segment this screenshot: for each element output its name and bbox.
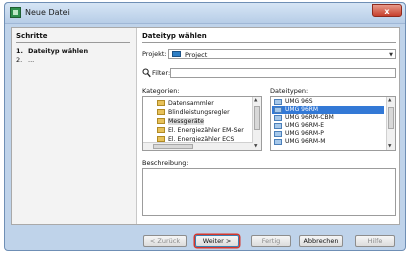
panel-title: Dateityp wählen (142, 32, 207, 40)
scroll-thumb[interactable] (153, 144, 193, 149)
finish-button[interactable]: Fertig (251, 235, 291, 247)
device-icon (274, 99, 282, 105)
scroll-down-icon[interactable]: ▼ (388, 144, 391, 149)
device-icon (274, 139, 282, 145)
folder-icon (157, 109, 165, 115)
beschreibung-label: Beschreibung: (142, 159, 189, 167)
kategorien-tree[interactable]: Datensammler Blindleistungsregler Messge… (142, 96, 262, 151)
kategorie-item[interactable]: Blindleistungsregler (157, 109, 230, 118)
scroll-up-icon[interactable]: ▲ (388, 98, 391, 103)
folder-icon (157, 118, 165, 124)
device-icon (274, 131, 282, 137)
scroll-thumb[interactable] (254, 106, 260, 130)
dateityp-item[interactable]: UMG 96RM-M (272, 138, 384, 146)
step-number: 2. (16, 56, 23, 64)
projekt-value: Project (185, 51, 208, 59)
kategorien-hscrollbar[interactable] (143, 142, 253, 150)
filter-input[interactable] (170, 68, 396, 78)
search-icon (142, 68, 151, 78)
scroll-down-icon[interactable]: ▼ (254, 144, 257, 149)
window-title: Neue Datei (25, 8, 70, 17)
steps-title: Schritte (16, 32, 48, 40)
kategorie-item[interactable]: Datensammler (157, 100, 214, 109)
dateitypen-list[interactable]: UMG 96S UMG 96RM UMG 96RM-CBM UMG 96RM-E… (270, 96, 396, 151)
scroll-thumb[interactable] (388, 107, 394, 129)
help-button[interactable]: Hilfe (355, 235, 395, 247)
wizard-content: Schritte 1. Dateityp wählen 2.... Dateity… (11, 27, 400, 225)
project-icon (172, 51, 181, 57)
folder-icon (157, 127, 165, 133)
back-button[interactable]: < Zurück (143, 235, 187, 247)
filter-label: Filter: (152, 69, 171, 77)
kategorie-item[interactable]: El. Energiezähler EM-Ser (157, 127, 244, 136)
close-button[interactable]: x (372, 4, 402, 17)
kategorien-label: Kategorien: (142, 87, 180, 95)
device-icon (274, 107, 282, 113)
dateitypen-scrollbar[interactable]: ▲ ▼ (386, 97, 395, 150)
step-label: ... (28, 56, 35, 64)
main-panel: Dateityp wählen Projekt: Project ▼ Filte… (140, 28, 398, 224)
projekt-dropdown[interactable]: Project ▼ (168, 49, 396, 59)
steps-panel: Schritte 1. Dateityp wählen 2.... (12, 28, 137, 224)
folder-icon (157, 100, 165, 106)
chevron-down-icon: ▼ (389, 52, 393, 58)
projekt-label: Projekt: (142, 50, 167, 58)
dateityp-item[interactable]: UMG 96RM-E (272, 122, 384, 130)
kategorien-scrollbar[interactable]: ▲ ▼ (252, 97, 261, 150)
step-item-2: 2.... (16, 56, 34, 64)
device-icon (274, 115, 282, 121)
beschreibung-area[interactable] (142, 168, 396, 216)
dialog-window: Neue Datei x Schritte 1. Dateityp wählen … (4, 2, 406, 251)
step-label: Dateityp wählen (28, 47, 89, 55)
app-icon (10, 7, 21, 18)
title-bar: Neue Datei x (5, 3, 405, 24)
dateityp-item[interactable]: UMG 96RM-CBM (272, 114, 384, 122)
step-item-1: 1. Dateityp wählen (16, 47, 88, 55)
dateityp-item[interactable]: UMG 96RM-P (272, 130, 384, 138)
dateityp-item[interactable]: UMG 96S (272, 98, 384, 106)
next-button[interactable]: Weiter > (195, 235, 239, 247)
device-icon (274, 123, 282, 129)
steps-divider (16, 42, 130, 43)
panel-divider (142, 42, 396, 43)
dateityp-item-selected[interactable]: UMG 96RM (272, 106, 384, 114)
step-number: 1. (16, 47, 23, 55)
scroll-up-icon[interactable]: ▲ (254, 98, 257, 103)
dateitypen-label: Dateitypen: (270, 87, 309, 95)
kategorie-item-selected[interactable]: Messgeräte (157, 118, 204, 127)
cancel-button[interactable]: Abbrechen (299, 235, 343, 247)
